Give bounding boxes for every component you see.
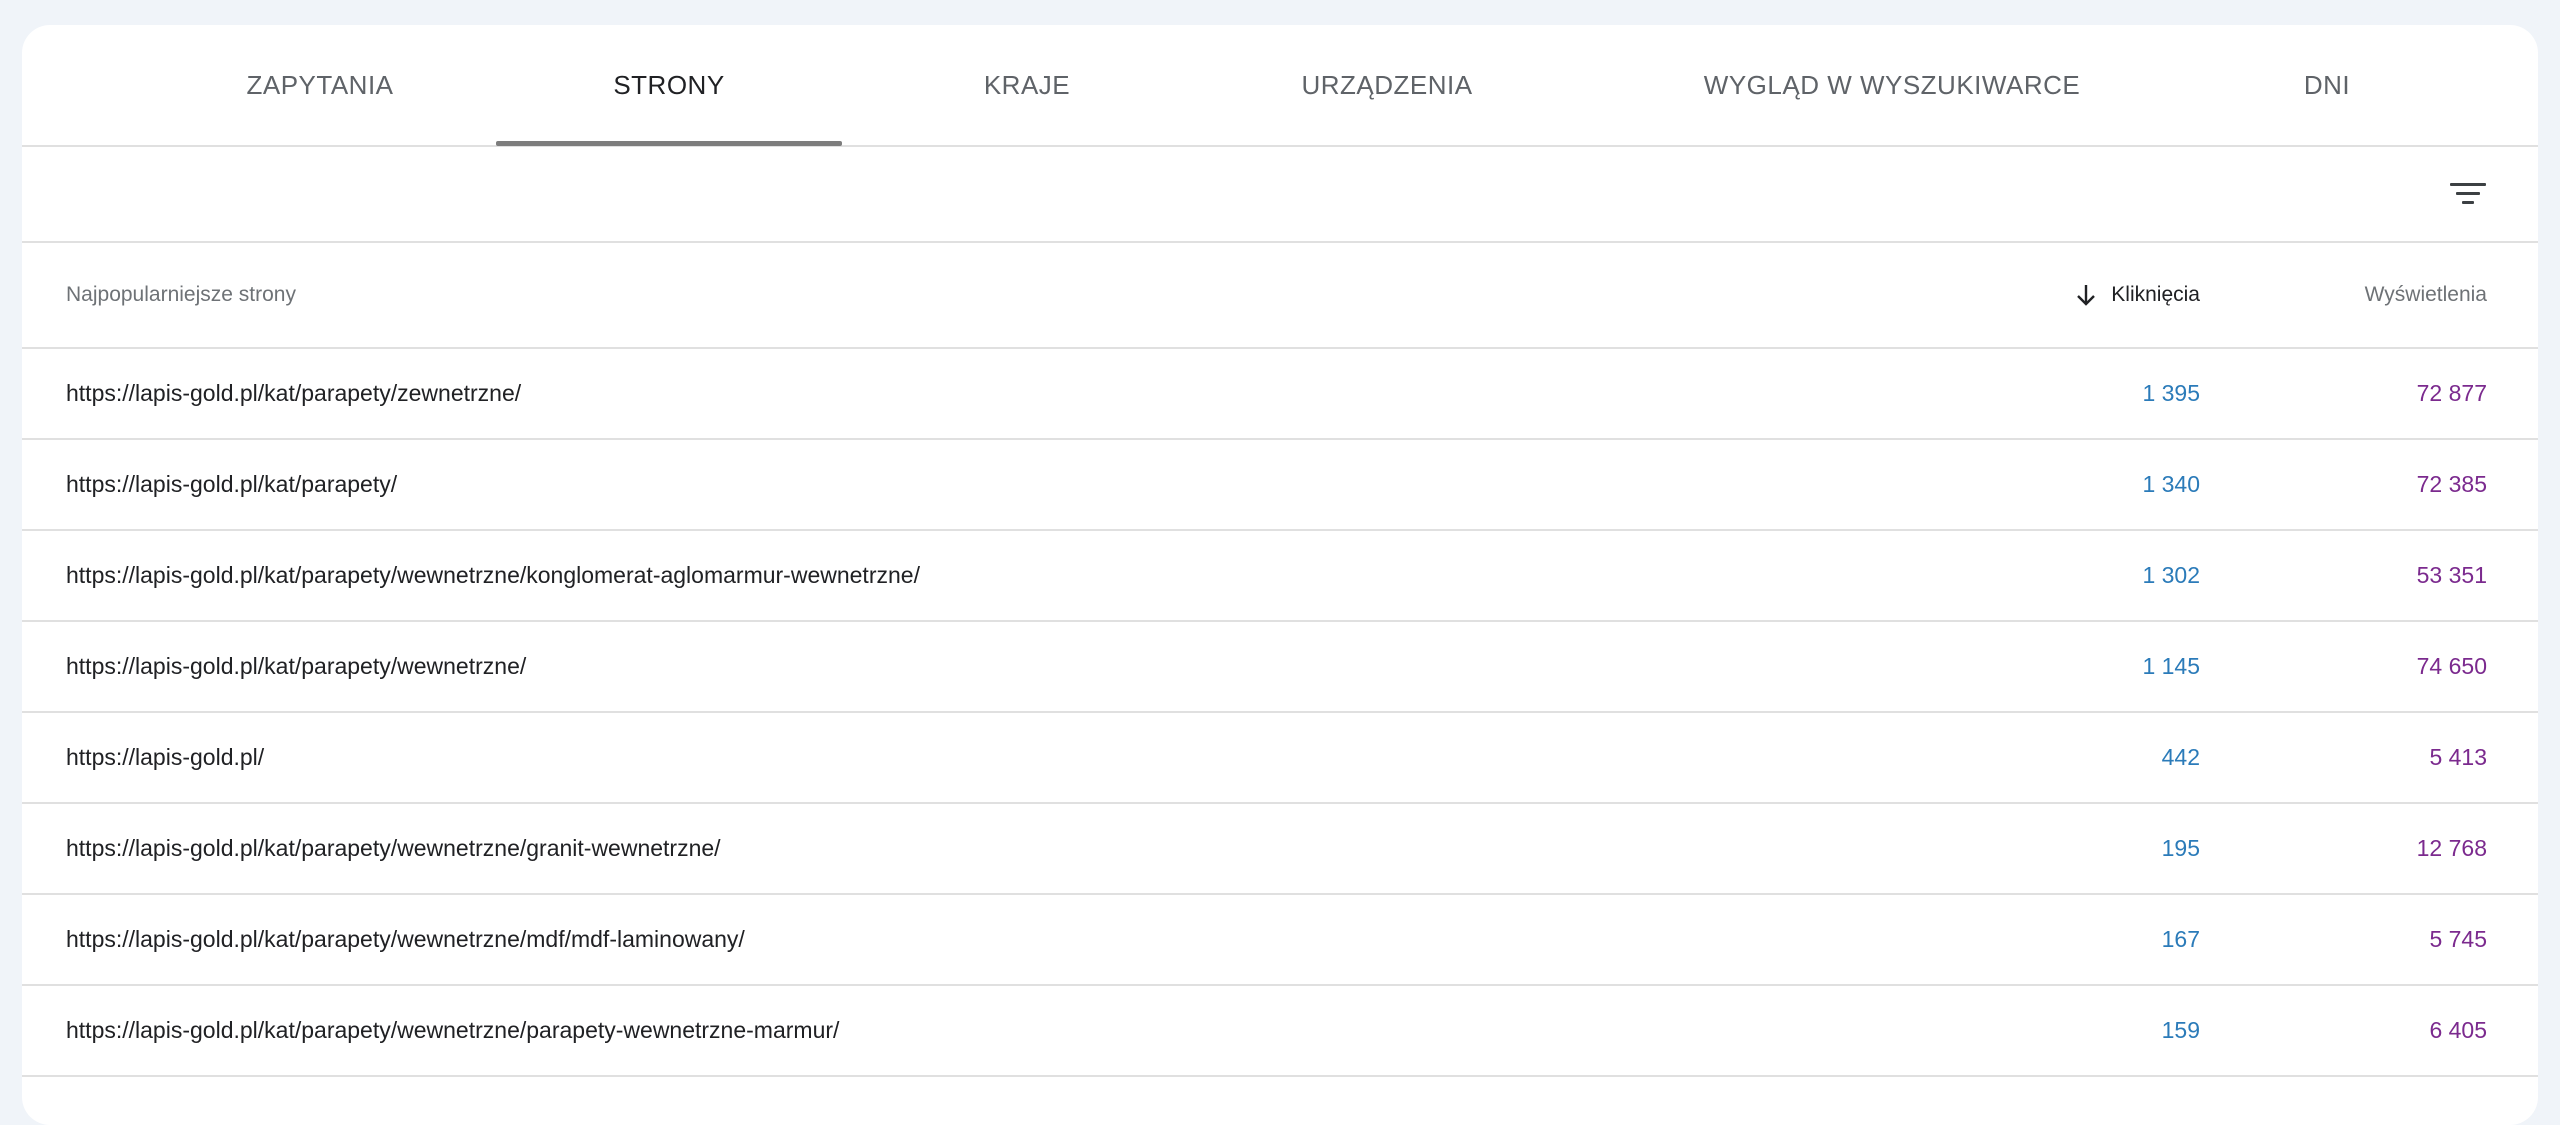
performance-card: ZAPYTANIA STRONY KRAJE URZĄDZENIA WYGLĄD… — [22, 25, 2538, 1125]
page-url: https://lapis-gold.pl/kat/parapety/wewne… — [66, 653, 527, 679]
clicks-value: 1 340 — [2142, 471, 2200, 497]
page-url: https://lapis-gold.pl/ — [66, 744, 265, 770]
table-row[interactable]: https://lapis-gold.pl/kat/parapety/wewne… — [22, 895, 2538, 986]
clicks-value: 159 — [2161, 1017, 2200, 1043]
impressions-value: 72 385 — [2416, 471, 2487, 497]
arrow-down-icon — [2077, 285, 2096, 306]
tab-strony[interactable]: STRONY — [496, 25, 842, 145]
impressions-value: 53 351 — [2416, 562, 2487, 588]
tab-kraje[interactable]: KRAJE — [902, 25, 1152, 145]
impressions-value: 5 745 — [2429, 926, 2487, 952]
page-url: https://lapis-gold.pl/kat/parapety/wewne… — [66, 835, 721, 861]
table-toolbar — [22, 147, 2538, 243]
column-header-pages: Najpopularniejsze strony — [66, 283, 296, 306]
impressions-value: 5 413 — [2429, 744, 2487, 770]
filter-icon[interactable] — [2444, 169, 2492, 217]
table-row[interactable]: https://lapis-gold.pl/ 442 5 413 — [22, 713, 2538, 804]
column-header-clicks-label: Kliknięcia — [2111, 283, 2200, 306]
table-row[interactable]: https://lapis-gold.pl/kat/parapety/ 1 34… — [22, 440, 2538, 531]
table-row[interactable]: https://lapis-gold.pl/kat/parapety/zewne… — [22, 349, 2538, 440]
tab-wyglad-w-wyszukiwarce[interactable]: WYGLĄD W WYSZUKIWARCE — [1642, 25, 2142, 145]
clicks-value: 1 145 — [2142, 653, 2200, 679]
impressions-value: 74 650 — [2416, 653, 2487, 679]
tab-zapytania[interactable]: ZAPYTANIA — [142, 25, 498, 145]
table-row[interactable]: https://lapis-gold.pl/kat/parapety/wewne… — [22, 531, 2538, 622]
clicks-value: 442 — [2161, 744, 2200, 770]
clicks-value: 167 — [2161, 926, 2200, 952]
table-row[interactable]: https://lapis-gold.pl/kat/parapety/wewne… — [22, 804, 2538, 895]
clicks-value: 1 302 — [2142, 562, 2200, 588]
table-header: Najpopularniejsze strony Kliknięcia Wyśw… — [22, 243, 2538, 349]
page-url: https://lapis-gold.pl/kat/parapety/zewne… — [66, 380, 522, 406]
active-tab-indicator — [496, 141, 842, 146]
impressions-value: 6 405 — [2429, 1017, 2487, 1043]
page-url: https://lapis-gold.pl/kat/parapety/ — [66, 471, 398, 497]
clicks-value: 1 395 — [2142, 380, 2200, 406]
table-row[interactable]: https://lapis-gold.pl/kat/parapety/wewne… — [22, 622, 2538, 713]
page-url: https://lapis-gold.pl/kat/parapety/wewne… — [66, 1017, 840, 1043]
table-row[interactable]: https://lapis-gold.pl/kat/parapety/wewne… — [22, 986, 2538, 1077]
impressions-value: 12 768 — [2416, 835, 2487, 861]
page-url: https://lapis-gold.pl/kat/parapety/wewne… — [66, 926, 745, 952]
report-tabs: ZAPYTANIA STRONY KRAJE URZĄDZENIA WYGLĄD… — [22, 25, 2538, 147]
tab-dni[interactable]: DNI — [2222, 25, 2432, 145]
clicks-value: 195 — [2161, 835, 2200, 861]
column-header-impressions[interactable]: Wyświetlenia — [2365, 243, 2487, 347]
page-url: https://lapis-gold.pl/kat/parapety/wewne… — [66, 562, 920, 588]
impressions-value: 72 877 — [2416, 380, 2487, 406]
column-header-clicks[interactable]: Kliknięcia — [2075, 243, 2200, 347]
tab-urzadzenia[interactable]: URZĄDZENIA — [1222, 25, 1552, 145]
